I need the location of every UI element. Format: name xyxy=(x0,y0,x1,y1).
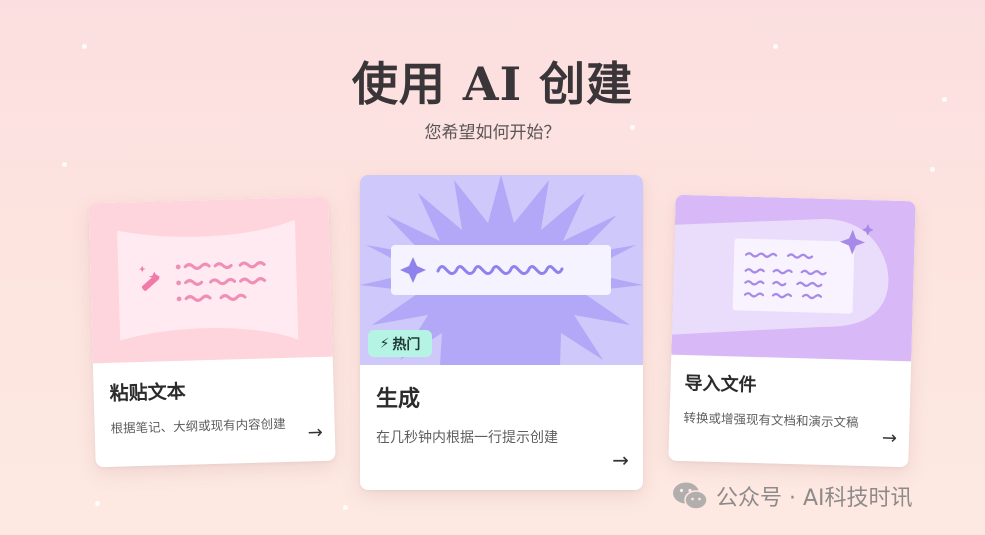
background-dot xyxy=(62,162,67,167)
paste-text-card[interactable]: 粘贴文本 根据笔记、大纲或现有内容创建 → xyxy=(88,196,336,468)
import-file-card[interactable]: 导入文件 转换或增强现有文档和演示文稿 → xyxy=(668,194,916,468)
generate-card-body: 生成 在几秒钟内根据一行提示创建 → xyxy=(360,365,643,490)
background-dot xyxy=(95,501,100,506)
card-title: 粘贴文本 xyxy=(109,380,186,405)
hot-badge: ⚡ 热门 xyxy=(368,330,432,357)
card-title: 生成 xyxy=(376,387,421,412)
card-description: 转换或增强现有文档和演示文稿 xyxy=(683,410,859,430)
watermark-text: 公众号 · AI科技时讯 xyxy=(716,486,913,511)
import-file-illustration xyxy=(671,194,916,362)
card-description: 在几秒钟内根据一行提示创建 xyxy=(376,430,558,446)
arrow-right-icon: → xyxy=(881,427,898,449)
arrow-right-icon: → xyxy=(612,448,629,472)
watermark: 公众号 · AI科技时讯 xyxy=(672,478,913,514)
paste-text-card-body: 粘贴文本 根据笔记、大纲或现有内容创建 → xyxy=(93,357,336,468)
background-dot xyxy=(343,505,348,510)
wechat-icon xyxy=(673,482,708,510)
card-description: 根据笔记、大纲或现有内容创建 xyxy=(110,415,286,436)
paste-text-illustration xyxy=(88,196,333,364)
import-file-card-body: 导入文件 转换或增强现有文档和演示文稿 → xyxy=(668,355,911,468)
arrow-right-icon: → xyxy=(307,421,324,444)
page-subtitle: 您希望如何开始？ xyxy=(424,123,561,143)
page-title: 使用 AI 创建 xyxy=(351,57,634,111)
background-dot xyxy=(930,167,935,172)
lightning-icon: ⚡ xyxy=(379,335,390,352)
card-title: 导入文件 xyxy=(684,373,757,397)
hot-badge-label: 热门 xyxy=(392,336,421,353)
